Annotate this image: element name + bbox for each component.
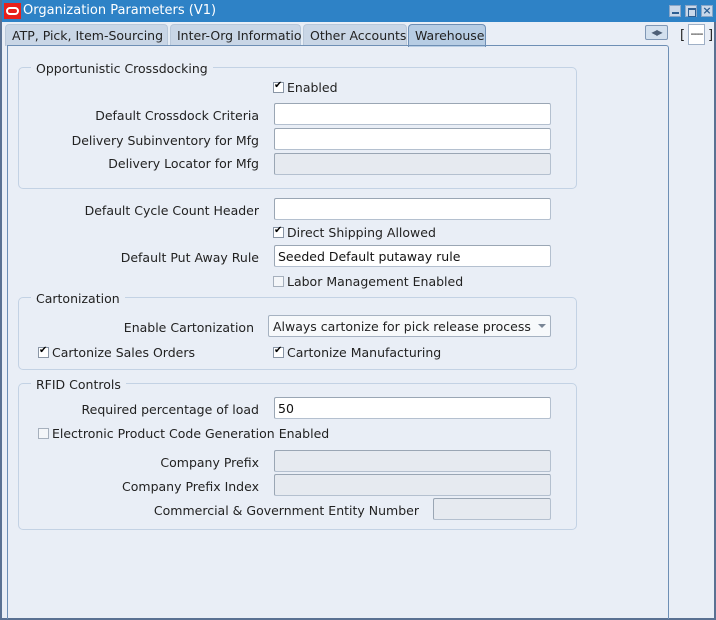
enable-cartonization-select[interactable]: Always cartonize for pick release proces…: [268, 315, 551, 337]
tab-inter-org-information[interactable]: Inter-Org Information: [170, 24, 309, 46]
crossdocking-group-title: Opportunistic Crossdocking: [31, 61, 213, 76]
checkbox-checked-icon[interactable]: [273, 80, 284, 93]
tab-label: Other Accounts: [310, 28, 407, 43]
cartonize-sales-orders-checkbox[interactable]: Cartonize Sales Orders: [38, 345, 195, 360]
default-crossdock-criteria-input[interactable]: [274, 103, 551, 125]
organization-parameters-window: Organization Parameters (V1) × ATP, Pick…: [0, 0, 716, 620]
bracket-close: ]: [708, 28, 714, 43]
left-right-arrows-icon[interactable]: ◀▶: [645, 25, 668, 40]
delivery-subinventory-label: Delivery Subinventory for Mfg: [71, 133, 259, 148]
checkbox-label: Electronic Product Code Generation Enabl…: [52, 426, 330, 441]
required-percentage-input[interactable]: 50: [274, 397, 551, 419]
checkbox-checked-icon[interactable]: [273, 345, 284, 358]
crossdock-enabled-checkbox[interactable]: Enabled: [273, 80, 338, 95]
delivery-locator-input[interactable]: [274, 153, 551, 175]
close-icon[interactable]: ×: [701, 5, 713, 17]
window-title: Organization Parameters (V1): [23, 3, 217, 18]
enable-cartonization-label: Enable Cartonization: [123, 320, 254, 335]
tab-label: Inter-Org Information: [177, 28, 310, 43]
company-prefix-index-input[interactable]: [274, 474, 551, 496]
delivery-subinventory-input[interactable]: [274, 128, 551, 150]
required-percentage-label: Required percentage of load: [81, 402, 259, 417]
direct-shipping-allowed-checkbox[interactable]: Direct Shipping Allowed: [273, 225, 436, 240]
cage-number-input[interactable]: [433, 498, 551, 520]
chevron-down-icon[interactable]: [538, 324, 546, 328]
checkbox-unchecked-icon[interactable]: [38, 428, 49, 439]
delivery-locator-label: Delivery Locator for Mfg: [108, 156, 259, 171]
title-bar[interactable]: Organization Parameters (V1) ×: [2, 0, 716, 22]
checkbox-label: Cartonize Sales Orders: [52, 345, 195, 360]
company-prefix-label: Company Prefix: [160, 455, 259, 470]
cartonize-manufacturing-checkbox[interactable]: Cartonize Manufacturing: [273, 345, 441, 360]
select-value: Always cartonize for pick release proces…: [273, 319, 531, 334]
default-crossdock-criteria-label: Default Crossdock Criteria: [95, 108, 259, 123]
cage-number-label: Commercial & Government Entity Number: [153, 503, 419, 518]
rfid-controls-group-title: RFID Controls: [31, 377, 126, 392]
labor-management-enabled-checkbox[interactable]: Labor Management Enabled: [273, 274, 463, 289]
record-indicator[interactable]: ----: [688, 24, 705, 45]
checkbox-unchecked-icon[interactable]: [273, 276, 284, 287]
tab-label: ATP, Pick, Item-Sourcing: [12, 28, 164, 43]
oracle-logo-icon: [4, 3, 21, 19]
tab-warehouse[interactable]: Warehouse: [408, 24, 486, 47]
checkbox-checked-icon[interactable]: [273, 225, 284, 238]
company-prefix-input[interactable]: [274, 450, 551, 472]
bracket-open: [: [680, 28, 686, 43]
default-put-away-rule-label: Default Put Away Rule: [120, 250, 259, 265]
default-cycle-count-header-label: Default Cycle Count Header: [84, 203, 259, 218]
tab-other-accounts[interactable]: Other Accounts: [303, 24, 407, 46]
maximize-icon[interactable]: [685, 5, 697, 17]
cartonization-group-title: Cartonization: [31, 291, 125, 306]
company-prefix-index-label: Company Prefix Index: [122, 479, 259, 494]
tab-atp-pick-item-sourcing[interactable]: ATP, Pick, Item-Sourcing: [5, 24, 168, 46]
minimize-icon[interactable]: [669, 5, 681, 17]
default-cycle-count-header-input[interactable]: [274, 198, 551, 220]
tab-label: Warehouse: [415, 28, 485, 43]
epc-generation-enabled-checkbox[interactable]: Electronic Product Code Generation Enabl…: [38, 426, 329, 441]
checkbox-label: Labor Management Enabled: [287, 274, 464, 289]
checkbox-label: Cartonize Manufacturing: [287, 345, 442, 360]
checkbox-label: Enabled: [287, 80, 338, 95]
checkbox-label: Direct Shipping Allowed: [287, 225, 436, 240]
default-put-away-rule-input[interactable]: Seeded Default putaway rule: [274, 245, 551, 267]
checkbox-checked-icon[interactable]: [38, 345, 49, 358]
